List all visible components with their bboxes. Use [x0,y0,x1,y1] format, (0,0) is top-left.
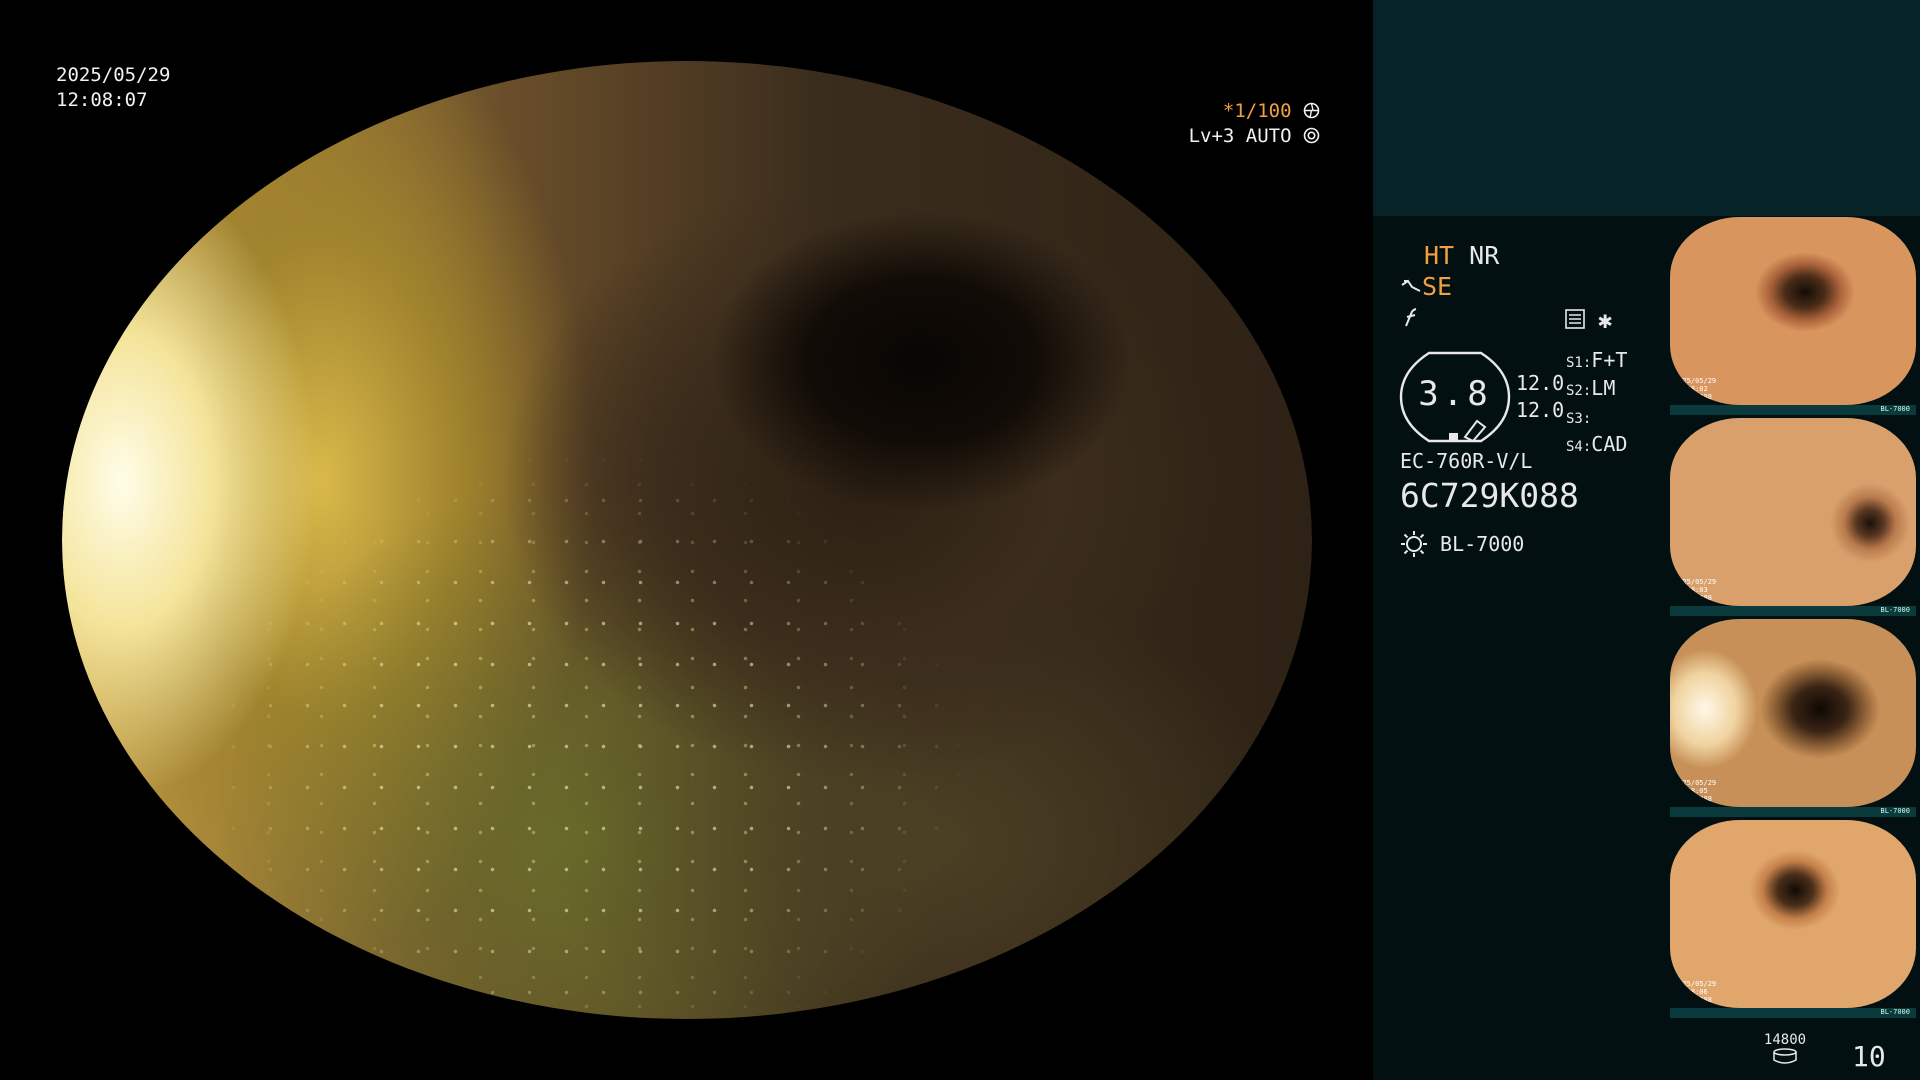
structure-icon [1405,308,1417,327]
switch-row: S2:LM [1566,376,1616,400]
exposure-overlay: *1/100 Lv+3 AUTO [1180,99,1320,149]
iris-text: Lv+3 AUTO [1188,125,1292,147]
settings-menu-icon[interactable] [1565,309,1585,329]
asterisk-icon: ✱ [1598,306,1613,334]
switch-assignments: S1:F+T S2:LM S3: S4:CAD [1566,348,1627,460]
date-text: 2025/05/29 [56,64,171,86]
storage-icon [1773,1048,1797,1064]
thumbnail-image[interactable]: 2025/05/29 12:08:02 6C729K088 [1670,217,1916,405]
aperture-icon [1303,102,1320,119]
level-values: 12.0 12.0 [1516,370,1564,424]
frame-count: 10 [1852,1040,1886,1073]
thumbnail-info-bar: BL-7000 [1670,606,1916,616]
thumbnail-info-bar: BL-7000 [1670,405,1916,415]
enhance-icon [1401,279,1421,292]
thumbnail-image[interactable]: 2025/05/29 12:08:03 6C729K088 [1670,418,1916,606]
storage-indicator: 14800 [1760,1032,1810,1068]
light-source-row: BL-7000 [1400,530,1524,558]
mode-se: SE [1422,272,1453,301]
iris-auto-icon [1303,127,1320,144]
thumbnail-image[interactable]: 2025/05/29 12:08:05 6C729K088 [1670,619,1916,807]
endoscope-live-view [62,61,1312,1019]
switch-row: S1:F+T [1566,348,1628,372]
thumbnail-info-bar: BL-7000 [1670,807,1916,817]
level-value-1: 12.0 [1516,371,1565,395]
thumbnail-image[interactable]: 2025/05/29 12:08:06 6C729K088 [1670,820,1916,1008]
mode-nr: NR [1469,241,1500,270]
scope-serial: 6C729K088 [1400,476,1579,515]
mode-row-2: SE [1400,272,1452,302]
thumbnail-caption: 2025/05/29 12:08:06 6C729K088 [1674,980,1717,1004]
switch-row: S4:CAD [1566,432,1628,456]
scope-model: EC-760R-V/L [1400,449,1533,473]
shutter-row: *1/100 [1180,99,1320,124]
shutter-text: *1/100 [1222,100,1292,122]
thumbnail-caption: 2025/05/29 12:08:05 6C729K088 [1674,779,1717,803]
mucosa-texture [62,61,1312,1019]
datetime-overlay: 2025/05/29 12:08:07 [56,63,170,113]
time-text: 12:08:07 [56,89,148,111]
light-source-icon [1401,531,1427,557]
mode-ht: HT [1424,241,1455,270]
light-source-text: BL-7000 [1440,532,1525,556]
switch-row: S3: [1566,411,1592,427]
mode-row-1: HT NR [1424,241,1499,271]
thumbnail-info-bar: BL-7000 [1670,1008,1916,1018]
thumbnail-caption: 2025/05/29 12:08:03 6C729K088 [1674,578,1717,602]
info-panel-header [1373,0,1920,216]
iris-row: Lv+3 AUTO [1180,124,1320,149]
thumbnail-caption: 2025/05/29 12:08:02 6C729K088 [1674,377,1717,401]
level-value-2: 12.0 [1516,398,1565,422]
zoom-value: 3.8 [1418,374,1492,414]
storage-count: 14800 [1763,1032,1807,1048]
